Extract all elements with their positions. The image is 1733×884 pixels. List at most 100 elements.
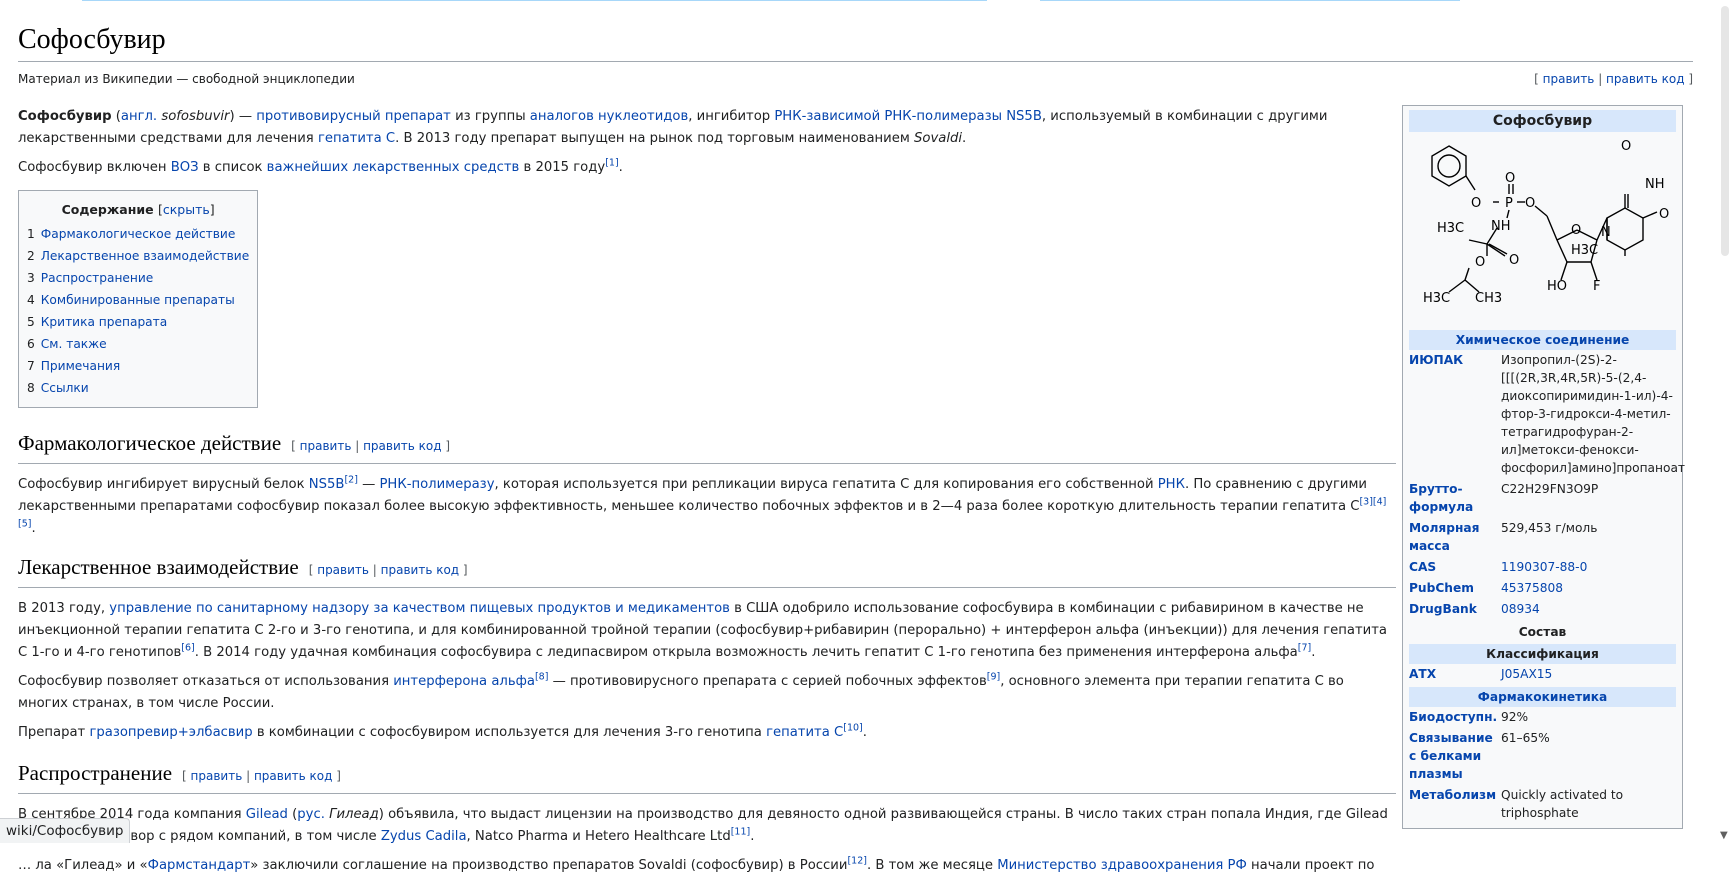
infobox-value-link[interactable]: 08934 (1501, 602, 1540, 616)
infobox-key[interactable]: PubChem (1409, 579, 1501, 597)
edit-code-link[interactable]: править код (363, 439, 441, 453)
infobox-value-link[interactable]: 1190307-88-0 (1501, 560, 1587, 574)
infobox-value: C22H29FN3O9P (1501, 482, 1599, 496)
infobox-key[interactable]: CAS (1409, 558, 1501, 576)
toc-link[interactable]: Распространение (41, 271, 154, 285)
toc-hide-link[interactable]: скрыть (163, 202, 210, 217)
toc-link[interactable]: Критика препарата (41, 315, 167, 329)
infobox-row: АТХ J05AX15 (1409, 664, 1676, 685)
reference[interactable]: [10] (843, 723, 863, 734)
link[interactable]: РНК-полимеразу (379, 477, 494, 492)
link[interactable]: гепатита С (766, 725, 843, 740)
link[interactable]: аналогов нуклеотидов (530, 109, 688, 124)
infobox-value-link[interactable]: 45375808 (1501, 581, 1563, 595)
paragraph: Препарат гразопревир+элбасвир в комбинац… (18, 722, 1396, 744)
infobox-key[interactable]: Молярная масса (1409, 519, 1501, 555)
edit-link[interactable]: править (300, 439, 352, 453)
page-edit-links: [ править | править код ] (1534, 72, 1693, 86)
section-title: Лекарственное взаимодействие (18, 555, 299, 579)
link[interactable]: NS5B (309, 477, 345, 492)
edit-link[interactable]: править (191, 769, 243, 783)
link[interactable]: интерферона альфа (393, 674, 535, 689)
reference[interactable]: [11] (731, 827, 751, 838)
infobox-key[interactable]: Связывание с белками плазмы (1409, 729, 1501, 783)
toc-link[interactable]: Фармакологическое действие (41, 227, 236, 241)
infobox-header-composition: Состав (1518, 625, 1567, 639)
toc-item[interactable]: 5 Критика препарата (27, 311, 249, 333)
text: в 2015 году (519, 160, 606, 175)
reference[interactable]: [6] (181, 643, 194, 654)
link[interactable]: гепатита C (318, 131, 395, 146)
toc-link[interactable]: Ссылки (41, 381, 89, 395)
toc-title: Содержание [скрыть] (61, 202, 215, 217)
link[interactable]: Фармстандарт (148, 858, 251, 873)
link[interactable]: англ. (121, 109, 157, 124)
text: в список (198, 160, 267, 175)
toc-item[interactable]: 7 Примечания (27, 355, 249, 377)
toc-item[interactable]: 6 См. также (27, 333, 249, 355)
infobox-key[interactable]: ИЮПАК (1409, 351, 1501, 477)
toc-item[interactable]: 4 Комбинированные препараты (27, 289, 249, 311)
toc-number: 8 (27, 381, 35, 395)
structure-image[interactable]: O P O O NH H3C O O H3C CH3 O H3C HO F N … (1409, 132, 1676, 328)
reference[interactable]: [8] (535, 672, 548, 683)
infobox-header-pharmacokinetics[interactable]: Фармакокинетика (1409, 687, 1676, 707)
edit-code-link[interactable]: править код (1606, 72, 1684, 86)
toc-item[interactable]: 2 Лекарственное взаимодействие (27, 245, 249, 267)
reference[interactable]: [1] (605, 158, 618, 169)
link[interactable]: Gilead (246, 807, 288, 822)
infobox-key[interactable]: Брутто-формула (1409, 480, 1501, 516)
text: в комбинации с софосбувиром используется… (252, 725, 767, 740)
text: Препарат (18, 725, 90, 740)
toc-link[interactable]: Примечания (41, 359, 120, 373)
infobox-header-classification: Классификация (1409, 644, 1676, 664)
infobox-header-compound[interactable]: Химическое соединение (1409, 330, 1676, 350)
bold-term: Софосбувир (18, 109, 112, 124)
text: начали проект по (1246, 858, 1375, 873)
toc-link[interactable]: Комбинированные препараты (41, 293, 235, 307)
link[interactable]: ВОЗ (171, 160, 199, 175)
edit-link[interactable]: править (1543, 72, 1595, 86)
scroll-down-arrow-icon[interactable]: ▼ (1720, 830, 1728, 841)
title-rule (18, 61, 1693, 62)
toc-item[interactable]: 8 Ссылки (27, 377, 249, 399)
infobox-value-link[interactable]: J05AX15 (1501, 667, 1552, 681)
link[interactable]: рус. (297, 807, 325, 822)
link[interactable]: РНК-зависимой РНК-полимеразы NS5B (774, 109, 1042, 124)
structure-label: N (1601, 225, 1611, 240)
link[interactable]: гразопревир+элбасвир (89, 725, 252, 740)
scrollbar-thumb[interactable] (1721, 6, 1729, 256)
vertical-scrollbar[interactable]: ▼ (1718, 0, 1733, 843)
reference[interactable]: [2] (344, 475, 357, 486)
structure-label: P (1505, 196, 1513, 211)
infobox-key[interactable]: Метаболизм (1409, 786, 1501, 822)
infobox-key[interactable]: Биодоступн. (1409, 708, 1501, 726)
structure-label: O (1571, 223, 1581, 238)
infobox-key[interactable]: DrugBank (1409, 600, 1501, 618)
text: ( (287, 807, 298, 822)
toc-link[interactable]: Лекарственное взаимодействие (41, 249, 249, 263)
page-tagline: Материал из Википедии — свободной энцикл… (18, 72, 355, 86)
toc-item[interactable]: 3 Распространение (27, 267, 249, 289)
infobox-key[interactable]: АТХ (1409, 665, 1501, 683)
text: — противовирусного препарата с серией по… (548, 674, 987, 689)
link[interactable]: РНК (1158, 477, 1185, 492)
text: … ла «Гилеад» и « (18, 858, 148, 873)
toc-number: 7 (27, 359, 35, 373)
link[interactable]: управление по санитарному надзору за кач… (109, 601, 730, 616)
edit-code-link[interactable]: править код (381, 563, 459, 577)
reference[interactable]: [9] (987, 672, 1000, 683)
link[interactable]: противовирусный препарат (256, 109, 451, 124)
link[interactable]: Zydus Cadila (381, 829, 467, 844)
toc-link[interactable]: См. также (41, 337, 107, 351)
reference[interactable]: [12] (847, 856, 867, 867)
link[interactable]: важнейших лекарственных средств (267, 160, 520, 175)
link[interactable]: Министерство здравоохранения РФ (997, 858, 1247, 873)
text: ( (111, 109, 121, 124)
reference[interactable]: [7] (1298, 643, 1311, 654)
toc-item[interactable]: 1 Фармакологическое действие (27, 223, 249, 245)
edit-link[interactable]: править (317, 563, 369, 577)
text: Софосбувир включен (18, 160, 171, 175)
edit-code-link[interactable]: править код (254, 769, 332, 783)
structure-label: NH (1491, 219, 1511, 234)
